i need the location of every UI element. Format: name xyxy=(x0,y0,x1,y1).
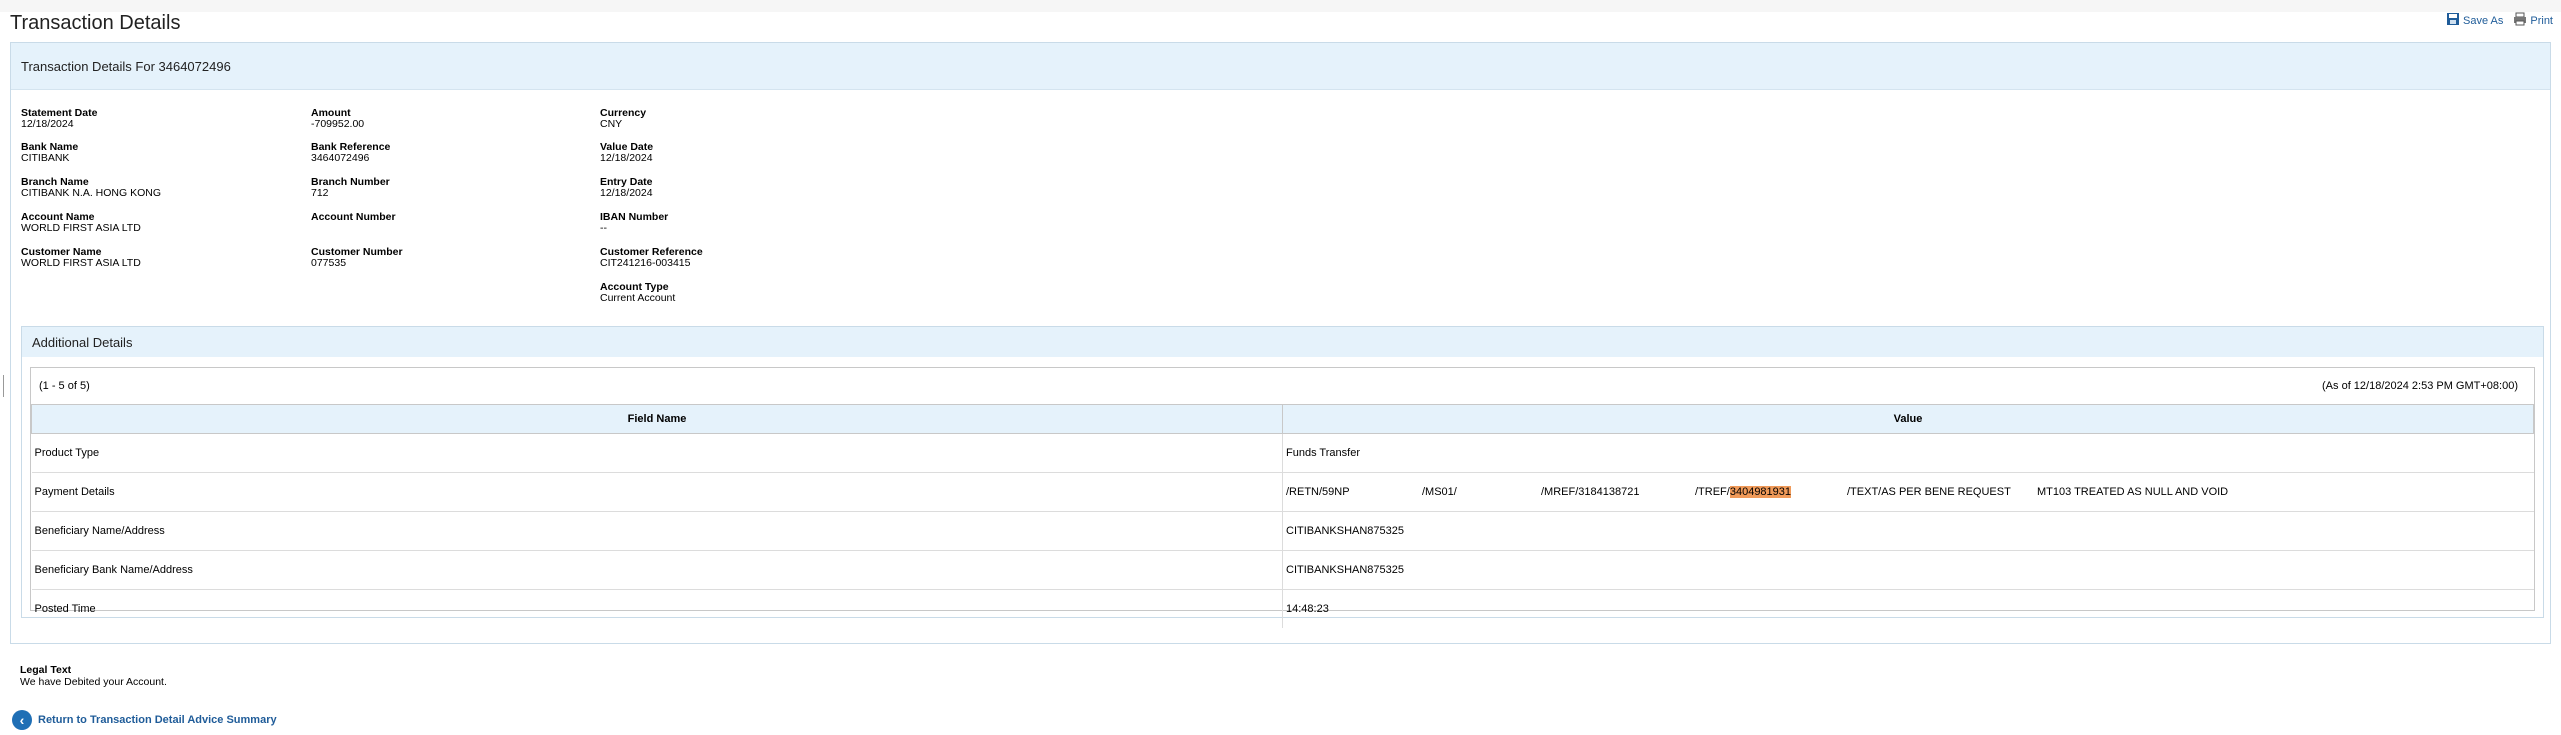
row-field-name: Beneficiary Bank Name/Address xyxy=(31,550,1283,590)
account-number-label: Account Number xyxy=(311,211,396,223)
table-row: Beneficiary Name/Address CITIBANKSHAN875… xyxy=(31,511,2534,551)
customer-reference-value: CIT241216-003415 xyxy=(600,257,691,269)
payment-text: /TEXT/AS PER BENE REQUEST xyxy=(1847,486,2011,498)
account-name-value: WORLD FIRST ASIA LTD xyxy=(21,222,141,234)
account-number-field: Account Number xyxy=(311,212,396,223)
customer-reference-field: Customer Reference CIT241216-003415 xyxy=(600,247,703,269)
payment-ms: /MS01/ xyxy=(1422,486,1457,498)
row-value: 14:48:23 xyxy=(1282,589,2534,628)
iban-number-field: IBAN Number -- xyxy=(600,212,668,234)
row-value: CITIBANKSHAN875325 xyxy=(1282,550,2534,590)
bank-name-field: Bank Name CITIBANK xyxy=(21,142,78,164)
branch-number-value: 712 xyxy=(311,187,329,199)
bank-reference-field: Bank Reference 3464072496 xyxy=(311,142,390,164)
table-toolbar: (1 - 5 of 5) (As of 12/18/2024 2:53 PM G… xyxy=(31,368,2534,404)
additional-details-title: Additional Details xyxy=(22,327,2543,357)
branch-number-field: Branch Number 712 xyxy=(311,177,390,199)
print-button[interactable]: Print xyxy=(2513,12,2553,29)
print-icon xyxy=(2513,12,2527,29)
scroll-edge-marker xyxy=(0,375,4,397)
legal-text-section: Legal Text We have Debited your Account. xyxy=(20,664,167,688)
column-header-field-name[interactable]: Field Name xyxy=(31,404,1283,434)
payment-retn: /RETN/59NP xyxy=(1286,486,1350,498)
table-row: Beneficiary Bank Name/Address CITIBANKSH… xyxy=(31,550,2534,590)
payment-details-value: /RETN/59NP/MS01/ /MREF/3184138721/TREF/34… xyxy=(1282,472,2534,512)
payment-mt: MT103 TREATED AS NULL AND VOID xyxy=(2037,486,2229,498)
customer-number-value: 077535 xyxy=(311,257,347,269)
statement-date-value: 12/18/2024 xyxy=(21,118,74,130)
payment-tref: /TREF/3404981931 xyxy=(1695,486,1847,498)
branch-name-value: CITIBANK N.A. HONG KONG xyxy=(21,187,162,199)
top-strip xyxy=(0,0,2561,12)
table-row: Product Type Funds Transfer xyxy=(31,433,2534,473)
payment-tref-prefix: /TREF/ xyxy=(1695,486,1730,498)
row-field-name: Payment Details xyxy=(31,472,1283,512)
row-value: Funds Transfer xyxy=(1282,433,2534,473)
entry-date-value: 12/18/2024 xyxy=(600,187,653,199)
statement-date-field: Statement Date 12/18/2024 xyxy=(21,108,97,130)
record-range: (1 - 5 of 5) xyxy=(39,380,90,392)
account-type-field: Account Type Current Account xyxy=(600,282,675,304)
legal-text-value: We have Debited your Account. xyxy=(20,676,167,688)
save-icon xyxy=(2446,12,2460,29)
iban-number-label: IBAN Number xyxy=(600,211,669,223)
details-table: Field Name Value Product Type Funds Tran… xyxy=(31,404,2534,628)
print-label: Print xyxy=(2530,14,2553,27)
page-title: Transaction Details xyxy=(10,12,181,34)
panel-title: Transaction Details For 3464072496 xyxy=(11,43,2550,90)
currency-field: Currency CNY xyxy=(600,108,646,130)
customer-name-field: Customer Name WORLD FIRST ASIA LTD xyxy=(21,247,141,269)
value-date-field: Value Date 12/18/2024 xyxy=(600,142,653,164)
table-row: Payment Details /RETN/59NP/MS01/ /MREF/31… xyxy=(31,472,2534,512)
back-arrow-icon: ‹ xyxy=(12,710,32,730)
entry-date-field: Entry Date 12/18/2024 xyxy=(600,177,653,199)
as-of-timestamp: (As of 12/18/2024 2:53 PM GMT+08:00) xyxy=(2322,380,2518,392)
branch-name-field: Branch Name CITIBANK N.A. HONG KONG xyxy=(21,177,161,199)
additional-details-table: (1 - 5 of 5) (As of 12/18/2024 2:53 PM G… xyxy=(30,367,2535,628)
row-field-name: Posted Time xyxy=(31,589,1283,628)
customer-number-field: Customer Number 077535 xyxy=(311,247,403,269)
table-row: Posted Time 14:48:23 xyxy=(31,589,2534,628)
additional-details-panel: Additional Details (1 - 5 of 5) (As of 1… xyxy=(21,326,2544,628)
save-as-button[interactable]: Save As xyxy=(2446,12,2503,29)
payment-tref-highlight: 3404981931 xyxy=(1729,486,1792,498)
currency-value: CNY xyxy=(600,118,623,130)
customer-name-value: WORLD FIRST ASIA LTD xyxy=(21,257,141,269)
page-actions: Save As Print xyxy=(2446,12,2553,29)
return-link-label: Return to Transaction Detail Advice Summ… xyxy=(38,714,277,726)
return-to-summary-link[interactable]: ‹ Return to Transaction Detail Advice Su… xyxy=(12,710,277,730)
value-date-value: 12/18/2024 xyxy=(600,152,653,164)
iban-number-value: -- xyxy=(600,222,607,234)
row-value: CITIBANKSHAN875325 xyxy=(1282,511,2534,551)
column-header-value[interactable]: Value xyxy=(1282,404,2534,434)
row-field-name: Product Type xyxy=(31,433,1283,473)
bank-reference-value: 3464072496 xyxy=(311,152,370,164)
table-header-row: Field Name Value xyxy=(31,404,2534,434)
account-type-value: Current Account xyxy=(600,292,676,304)
payment-mref: /MREF/3184138721 xyxy=(1541,486,1640,498)
account-name-field: Account Name WORLD FIRST ASIA LTD xyxy=(21,212,141,234)
legal-text-label: Legal Text xyxy=(20,664,72,676)
amount-field: Amount -709952.00 xyxy=(311,108,364,130)
amount-value: -709952.00 xyxy=(311,118,365,130)
row-field-name: Beneficiary Name/Address xyxy=(31,511,1283,551)
save-as-label: Save As xyxy=(2463,14,2504,27)
bank-name-value: CITIBANK xyxy=(21,152,70,164)
